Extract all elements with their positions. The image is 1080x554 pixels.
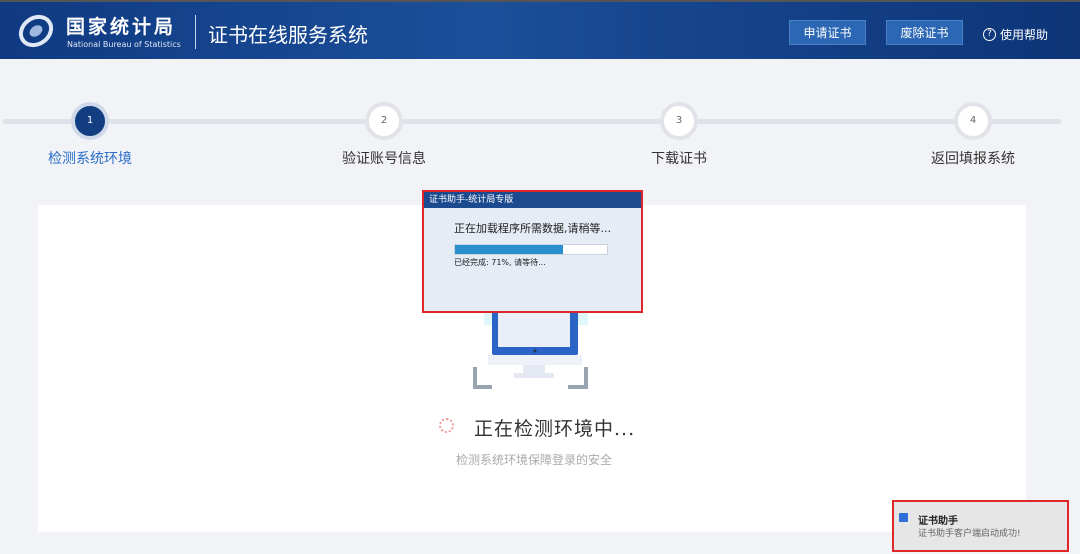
step-1-circle: 1 xyxy=(71,102,109,140)
toast-title: 证书助手 xyxy=(918,516,958,527)
status-subtitle: 检测系统环境保障登录的安全 xyxy=(456,453,613,467)
help-icon: ? xyxy=(983,28,996,41)
system-title: 证书在线服务系统 xyxy=(208,23,368,47)
progress-bar xyxy=(454,244,608,255)
computer-illustration-icon xyxy=(473,305,588,389)
step-4-circle: 4 xyxy=(954,102,992,140)
apply-certificate-button[interactable]: 申请证书 xyxy=(789,20,866,45)
step-2-label: 验证账号信息 xyxy=(342,151,426,167)
dialog-title: 证书助手-统计局专版 xyxy=(424,192,641,208)
toast-message: 证书助手客户端启动成功! xyxy=(918,529,1021,539)
dialog-message: 正在加载程序所需数据,请稍等... xyxy=(454,222,611,235)
org-name-en: National Bureau of Statistics xyxy=(67,40,181,49)
progress-text: 已经完成: 71%, 请等待... xyxy=(454,258,546,267)
divider xyxy=(195,15,196,49)
step-4-label: 返回填报系统 xyxy=(931,151,1015,167)
step-3-circle: 3 xyxy=(660,102,698,140)
step-1-label: 检测系统环境 xyxy=(48,151,132,167)
help-label: 使用帮助 xyxy=(1000,28,1049,42)
notification-toast[interactable]: 证书助手 证书助手客户端启动成功! xyxy=(892,500,1069,552)
status-title: 正在检测环境中... xyxy=(474,418,636,440)
cert-assistant-dialog: 证书助手-统计局专版 正在加载程序所需数据,请稍等... 已经完成: 71%, … xyxy=(422,190,643,313)
revoke-certificate-button[interactable]: 废除证书 xyxy=(886,20,963,45)
cert-assistant-app-icon xyxy=(899,513,908,522)
step-3-label: 下载证书 xyxy=(651,151,707,167)
help-link[interactable]: ? 使用帮助 xyxy=(983,26,1048,43)
org-name: 国家统计局 xyxy=(66,16,177,38)
progress-fill xyxy=(455,245,563,254)
step-2-circle: 2 xyxy=(365,102,403,140)
nbs-logo-icon xyxy=(18,14,54,48)
header: 国家统计局 National Bureau of Statistics 证书在线… xyxy=(0,0,1080,59)
loading-spinner-icon xyxy=(439,418,454,433)
steps-track xyxy=(3,119,1061,124)
